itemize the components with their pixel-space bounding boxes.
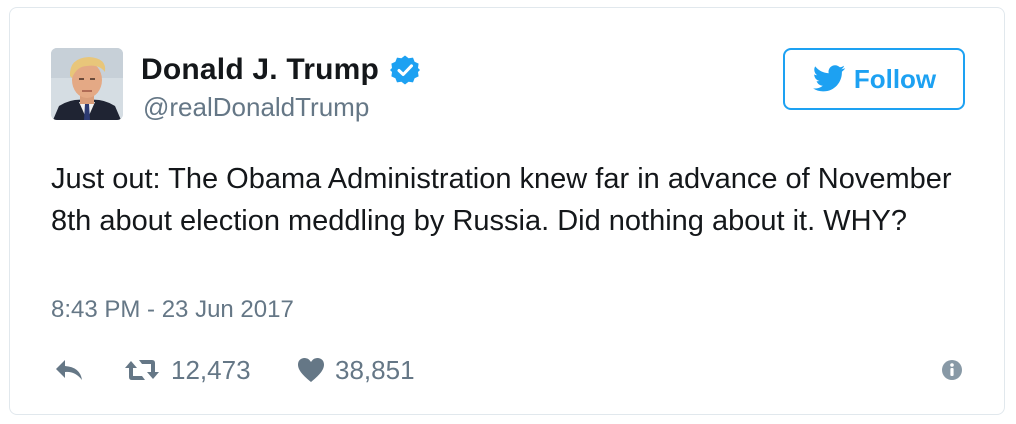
like-count: 38,851: [335, 354, 415, 385]
avatar[interactable]: [51, 48, 123, 120]
follow-button[interactable]: Follow: [783, 48, 965, 110]
user-name-row: Donald J. Trump: [141, 50, 421, 90]
user-name[interactable]: Donald J. Trump: [141, 53, 379, 87]
retweet-count: 12,473: [171, 354, 251, 385]
reply-button[interactable]: [53, 352, 85, 388]
tweet-text: Just out: The Obama Administration knew …: [51, 163, 952, 237]
user-handle[interactable]: @realDonaldTrump: [143, 92, 369, 123]
profile-photo: [51, 48, 123, 120]
reply-arrow-icon: [56, 360, 82, 380]
info-button[interactable]: [941, 352, 963, 388]
retweet-button[interactable]: 12,473: [123, 352, 251, 388]
retweet-icon: [125, 360, 159, 380]
twitter-bird-icon: [812, 65, 846, 92]
verified-badge-icon: [389, 54, 421, 86]
tweet-card: Donald J. Trump @realDonaldTrump Follow …: [9, 7, 1005, 415]
tweet-actions: 12,473 38,851: [51, 352, 966, 388]
tweet-timestamp[interactable]: 8:43 PM - 23 Jun 2017: [51, 296, 294, 324]
info-icon: [942, 360, 962, 380]
heart-icon: [298, 358, 324, 382]
follow-button-label: Follow: [853, 63, 937, 94]
like-button[interactable]: 38,851: [297, 352, 415, 388]
